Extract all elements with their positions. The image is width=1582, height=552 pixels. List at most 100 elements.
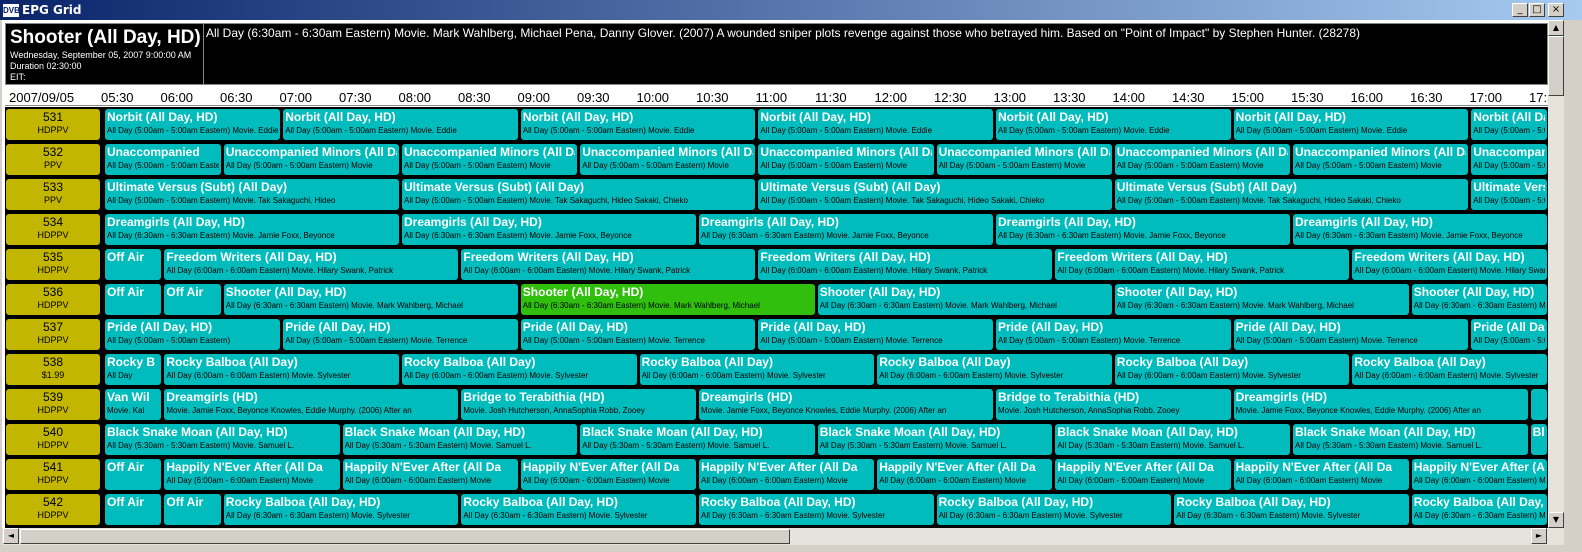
program-cell[interactable]: Pride (All Day, HD) All Day (5:00am - 5:0…: [1232, 318, 1470, 351]
program-cell[interactable]: Ultimate Versus (Subt) (All Day) All Day …: [104, 178, 400, 211]
maximize-button[interactable]: □: [1529, 3, 1545, 17]
program-cell[interactable]: Off Air: [104, 493, 163, 526]
program-cell[interactable]: Off Air: [104, 248, 163, 281]
program-cell[interactable]: Norbit (All Day, HD) All Day (5:00am - 5:…: [1470, 108, 1548, 141]
program-cell-selected[interactable]: Shooter (All Day, HD) All Day (6:30am - 6…: [519, 283, 816, 316]
program-cell[interactable]: Dreamgirls (HD) Movie. Jamie Foxx, Beyonc…: [1232, 388, 1529, 421]
program-cell[interactable]: Dreamgirls (All Day, HD) All Day (6:30am …: [401, 213, 697, 246]
program-cell[interactable]: Freedom Writers (All Day, HD) All Day (6:…: [1054, 248, 1351, 281]
channel-cell[interactable]: 539 HDPPV: [5, 388, 101, 421]
program-cell[interactable]: Pride (All Day, HD) All Day (5:00am - 5:0…: [757, 318, 994, 351]
scroll-right-button[interactable]: ►: [1531, 528, 1547, 544]
program-cell[interactable]: Pride (All Day, HD) All Day (5:00am - 5:0…: [519, 318, 757, 351]
resize-grip[interactable]: [1564, 528, 1582, 552]
program-cell[interactable]: Unaccompanied Minors (All Day) All Day (5…: [1470, 143, 1548, 176]
program-cell[interactable]: Dreamgirls (All Day, HD) All Day (6:30am …: [104, 213, 400, 246]
program-cell[interactable]: Black Snake Moan (All Day, HD) All Day (5…: [1292, 423, 1529, 456]
program-cell[interactable]: Freedom Writers (All Day, HD) All Day (6:…: [460, 248, 757, 281]
program-cell[interactable]: Happily N'Ever After (All Da All Day (6:0…: [519, 458, 697, 491]
program-cell[interactable]: Norbit (All Day, HD) All Day (5:00am - 5:…: [519, 108, 757, 141]
program-cell[interactable]: Rocky Balboa (All Day, HD) All Day (6:30a…: [1173, 493, 1410, 526]
scroll-up-button[interactable]: ▲: [1548, 20, 1564, 36]
program-cell[interactable]: Happily N'Ever After (All Da All Day (6:0…: [163, 458, 341, 491]
horizontal-scrollbar[interactable]: ◄ ►: [2, 528, 1564, 545]
program-cell[interactable]: Rocky Balboa (All Day) All Day (6:00am - …: [1113, 353, 1351, 386]
minimize-button[interactable]: _: [1512, 3, 1528, 17]
program-cell[interactable]: Van Wil Movie. Kal: [104, 388, 163, 421]
program-cell[interactable]: Rocky Balboa (All Day, HD) All Day (6:30a…: [222, 493, 460, 526]
program-cell[interactable]: Rocky Balboa (All Day) All Day (6:00am - …: [876, 353, 1113, 386]
channel-cell[interactable]: 538 $1.99: [5, 353, 101, 386]
program-cell[interactable]: Dreamgirls (All Day, HD) All Day (6:30am …: [1292, 213, 1548, 246]
channel-cell[interactable]: 542 HDPPV: [5, 493, 101, 526]
vertical-scrollbar[interactable]: ▲ ▼: [1548, 20, 1564, 528]
program-cell[interactable]: Freedom Writers (All Day, HD) All Day (6:…: [163, 248, 460, 281]
program-cell[interactable]: Bridge to Terabithia (HD) Movie. Josh Hut…: [995, 388, 1232, 421]
channel-cell[interactable]: 535 HDPPV: [5, 248, 101, 281]
program-cell[interactable]: Freedom Writers (All Day, HD) All Day (6:…: [757, 248, 1054, 281]
program-cell[interactable]: Unaccompanied Minors (All Day) All Day (5…: [222, 143, 400, 176]
program-cell[interactable]: Dreamgirls (All Day, HD) All Day (6:30am …: [698, 213, 994, 246]
program-cell[interactable]: Unaccompanied Minors (All Day) All Day (5…: [1113, 143, 1291, 176]
program-cell[interactable]: Rocky Balboa (All Day, HD) All Day (6:30a…: [460, 493, 697, 526]
program-cell[interactable]: Happily N'Ever After (All Da All Day (6:0…: [1232, 458, 1410, 491]
scroll-left-button[interactable]: ◄: [3, 528, 19, 544]
program-cell[interactable]: Norbit (All Day, HD) All Day (5:00am - 5:…: [757, 108, 994, 141]
program-cell[interactable]: Freedom Writers (All Day, HD) All Day (6:…: [1351, 248, 1548, 281]
program-cell[interactable]: Ultimate Versus (Subt) (All Day) All Day …: [401, 178, 757, 211]
program-cell[interactable]: Happily N'Ever After (All Da All Day (6:0…: [876, 458, 1054, 491]
program-cell[interactable]: Shooter (All Day, HD) All Day (6:30am - 6…: [1113, 283, 1410, 316]
program-cell[interactable]: Unaccompanied All Day (5:00am - 5:00am Ea…: [104, 143, 222, 176]
program-cell[interactable]: Off Air: [104, 458, 163, 491]
program-cell[interactable]: Pride (All Day, HD) All Day (5:00am - 5:0…: [995, 318, 1232, 351]
program-cell[interactable]: Rocky Balboa (All Day) All Day (6:00am - …: [163, 353, 400, 386]
program-cell[interactable]: Ultimate Versus (Subt) (All Day) All Day …: [757, 178, 1113, 211]
program-cell[interactable]: Norbit (All Day, HD) All Day (5:00am - 5:…: [1232, 108, 1470, 141]
horizontal-scroll-thumb[interactable]: [20, 529, 790, 544]
program-cell[interactable]: Rocky Balboa (All Day) All Day (6:00am - …: [1351, 353, 1548, 386]
channel-cell[interactable]: 540 HDPPV: [5, 423, 101, 456]
program-cell[interactable]: Bla: [1529, 423, 1548, 456]
program-cell[interactable]: Pride (All Day, HD) All Day (5:00am - 5:0…: [282, 318, 519, 351]
program-cell[interactable]: Happily N'Ever After (All Da All Day (6:0…: [1410, 458, 1548, 491]
program-cell[interactable]: Norbit (All Day, HD) All Day (5:00am - 5:…: [282, 108, 519, 141]
vertical-scroll-thumb[interactable]: [1548, 36, 1564, 96]
close-button[interactable]: ×: [1548, 3, 1564, 17]
program-cell[interactable]: Off Air: [163, 493, 222, 526]
channel-cell[interactable]: 536 HDPPV: [5, 283, 101, 316]
program-cell[interactable]: Off Air: [163, 283, 222, 316]
program-cell[interactable]: Dreamgirls (HD) Movie. Jamie Foxx, Beyonc…: [698, 388, 994, 421]
program-cell[interactable]: [1529, 388, 1548, 421]
program-cell[interactable]: Happily N'Ever After (All Da All Day (6:0…: [698, 458, 876, 491]
program-cell[interactable]: Dreamgirls (HD) Movie. Jamie Foxx, Beyonc…: [163, 388, 460, 421]
channel-cell[interactable]: 541 HDPPV: [5, 458, 101, 491]
channel-cell[interactable]: 532 PPV: [5, 143, 101, 176]
program-cell[interactable]: Black Snake Moan (All Day, HD) All Day (5…: [341, 423, 579, 456]
program-cell[interactable]: Black Snake Moan (All Day, HD) All Day (5…: [579, 423, 816, 456]
channel-cell[interactable]: 537 HDPPV: [5, 318, 101, 351]
program-cell[interactable]: Happily N'Ever After (All Da All Day (6:0…: [341, 458, 519, 491]
program-cell[interactable]: Happily N'Ever After (All Da All Day (6:0…: [1054, 458, 1232, 491]
program-cell[interactable]: Unaccompanied Minors (All Day) All Day (5…: [579, 143, 757, 176]
program-cell[interactable]: Norbit (All Day, HD) All Day (5:00am - 5:…: [995, 108, 1232, 141]
program-cell[interactable]: Dreamgirls (All Day, HD) All Day (6:30am …: [995, 213, 1291, 246]
program-cell[interactable]: Off Air: [104, 283, 163, 316]
program-cell[interactable]: Ultimate Versus (Subt) (All Day) All Day …: [1113, 178, 1470, 211]
program-cell[interactable]: Ultimate Versus (Subt) (All Day) All Day …: [1470, 178, 1548, 211]
program-cell[interactable]: Pride (All Day, HD) All Day (5:00am - 5:0…: [104, 318, 282, 351]
program-cell[interactable]: Rocky Balboa (All Day, HD) All Day (6:30a…: [1410, 493, 1548, 526]
program-cell[interactable]: Unaccompanied Minors (All Day) All Day (5…: [935, 143, 1113, 176]
program-cell[interactable]: Rocky Balboa (All Day, HD) All Day (6:30a…: [698, 493, 935, 526]
channel-cell[interactable]: 531 HDPPV: [5, 108, 101, 141]
program-cell[interactable]: Black Snake Moan (All Day, HD) All Day (5…: [1054, 423, 1291, 456]
program-cell[interactable]: Shooter (All Day, HD) All Day (6:30am - 6…: [816, 283, 1113, 316]
program-cell[interactable]: Shooter (All Day, HD) All Day (6:30am - 6…: [1410, 283, 1548, 316]
program-cell[interactable]: Rocky Balboa (All Day) All Day (6:00am - …: [638, 353, 876, 386]
channel-cell[interactable]: 533 PPV: [5, 178, 101, 211]
program-cell[interactable]: Rocky Balboa (All Day) All Day (6:00am - …: [401, 353, 638, 386]
program-cell[interactable]: Black Snake Moan (All Day, HD) All Day (5…: [104, 423, 341, 456]
channel-cell[interactable]: 534 HDPPV: [5, 213, 101, 246]
title-bar[interactable]: DVB EPG Grid _ □ ×: [0, 0, 1582, 20]
program-cell[interactable]: Unaccompanied Minors (All Day) All Day (5…: [1292, 143, 1470, 176]
scroll-down-button[interactable]: ▼: [1548, 512, 1564, 528]
